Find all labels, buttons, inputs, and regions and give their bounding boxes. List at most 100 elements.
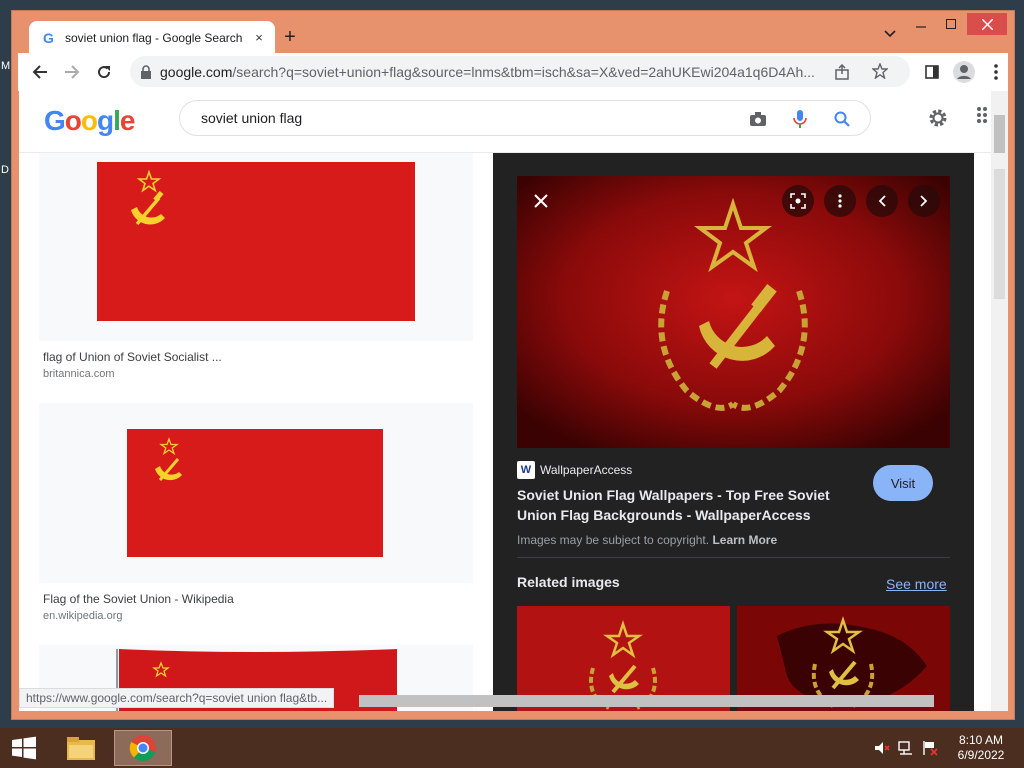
google-header: Google xyxy=(19,91,1008,153)
reload-icon xyxy=(98,66,111,79)
camera-icon[interactable] xyxy=(748,109,768,129)
back-button[interactable] xyxy=(24,56,56,88)
see-more-link[interactable]: See more xyxy=(886,576,947,592)
profile-button[interactable] xyxy=(948,56,980,88)
bookmark-star-icon[interactable] xyxy=(872,63,888,79)
site-name[interactable]: WallpaperAccess xyxy=(540,463,632,477)
clock-time: 8:10 AM xyxy=(958,733,1004,747)
browser-tab[interactable]: G soviet union flag - Google Search × xyxy=(29,21,275,54)
preview-title[interactable]: Soviet Union Flag Wallpapers - Top Free … xyxy=(517,485,847,525)
system-clock[interactable]: 8:10 AM 6/9/2022 xyxy=(952,733,1010,763)
result-source: britannica.com xyxy=(43,368,115,380)
chevron-left-icon xyxy=(878,195,886,207)
copyright-text: Images may be subject to copyright. xyxy=(517,533,710,547)
microphone-icon[interactable] xyxy=(790,109,810,129)
tab-title: soviet union flag - Google Search xyxy=(65,30,243,45)
close-icon xyxy=(981,18,993,30)
start-button[interactable] xyxy=(6,730,42,766)
more-options-button[interactable] xyxy=(824,185,856,217)
reload-button[interactable] xyxy=(88,56,120,88)
copyright-notice: Images may be subject to copyright. Lear… xyxy=(517,533,777,547)
menu-button[interactable] xyxy=(980,56,1012,88)
lens-search-button[interactable] xyxy=(782,185,814,217)
related-images-heading: Related images xyxy=(517,574,620,590)
more-vertical-icon xyxy=(838,194,842,208)
action-center-flag-icon[interactable] xyxy=(922,740,938,756)
image-results: flag of Union of Soviet Socialist ... br… xyxy=(19,153,493,711)
svg-text:G: G xyxy=(43,30,54,46)
share-icon[interactable] xyxy=(834,64,850,80)
volume-muted-icon[interactable] xyxy=(874,740,890,756)
taskbar: 8:10 AM 6/9/2022 xyxy=(0,728,1024,768)
site-logo: W xyxy=(517,461,535,479)
tab-close-icon[interactable]: × xyxy=(251,30,267,45)
chrome-icon xyxy=(129,735,156,762)
arrow-left-icon xyxy=(32,65,47,79)
result-caption[interactable]: Flag of the Soviet Union - Wikipedia xyxy=(43,592,234,606)
search-box xyxy=(179,100,871,136)
side-panel-icon xyxy=(925,65,939,79)
close-window-button[interactable] xyxy=(967,13,1007,35)
network-icon[interactable] xyxy=(898,740,914,756)
avatar-icon xyxy=(953,61,975,83)
search-icon[interactable] xyxy=(832,109,852,129)
learn-more-link[interactable]: Learn More xyxy=(712,533,777,547)
scrollbar-track-segment xyxy=(994,169,1005,299)
google-apps-button[interactable] xyxy=(977,107,991,130)
apps-grid-icon xyxy=(977,107,987,123)
next-image-button[interactable] xyxy=(908,185,940,217)
close-preview-button[interactable] xyxy=(525,185,557,217)
minimize-button[interactable] xyxy=(905,13,937,35)
lens-icon xyxy=(790,193,806,209)
file-explorer-button[interactable] xyxy=(62,730,100,766)
browser-window: G soviet union flag - Google Search × + … xyxy=(11,10,1015,720)
forward-button[interactable] xyxy=(56,56,88,88)
divider xyxy=(517,557,950,558)
status-bar-url: https://www.google.com/search?q=soviet u… xyxy=(19,688,335,708)
result-card[interactable] xyxy=(39,153,473,341)
windows-logo-icon xyxy=(12,736,36,760)
results-scrollbar[interactable] xyxy=(974,153,991,711)
desktop-icon-label: D xyxy=(1,164,9,176)
maximize-icon xyxy=(946,19,956,29)
soviet-flag-wallpaper-image xyxy=(517,176,950,448)
preview-image[interactable] xyxy=(517,176,950,448)
tab-search-button[interactable] xyxy=(884,27,896,41)
url-path: /search?q=soviet+union+flag&source=lnms&… xyxy=(232,63,815,80)
lock-icon xyxy=(141,64,151,79)
address-bar[interactable]: google.com/search?q=soviet+union+flag&so… xyxy=(130,56,910,87)
new-tab-button[interactable]: + xyxy=(278,25,302,49)
side-panel-button[interactable] xyxy=(916,56,948,88)
clock-date: 6/9/2022 xyxy=(957,748,1005,762)
visit-button[interactable]: Visit xyxy=(873,465,933,501)
horizontal-scrollbar-thumb[interactable] xyxy=(359,695,934,707)
browser-toolbar: google.com/search?q=soviet+union+flag&so… xyxy=(18,53,1008,91)
result-source: en.wikipedia.org xyxy=(43,610,123,622)
folder-icon xyxy=(67,737,95,760)
gear-icon xyxy=(929,109,947,127)
chrome-taskbar-button[interactable] xyxy=(114,730,172,766)
maximize-button[interactable] xyxy=(935,13,967,35)
result-caption[interactable]: flag of Union of Soviet Socialist ... xyxy=(43,350,222,364)
url-text: google.com/search?q=soviet+union+flag&so… xyxy=(160,64,850,80)
page-scrollbar[interactable] xyxy=(991,91,1008,711)
google-logo[interactable]: Google xyxy=(44,105,135,137)
chevron-right-icon xyxy=(920,195,928,207)
page-content: Google soviet union flag flag of Union o… xyxy=(19,91,1008,711)
result-card[interactable] xyxy=(39,403,473,583)
more-vertical-icon xyxy=(994,64,998,80)
scrollbar-thumb[interactable] xyxy=(994,115,1005,153)
arrow-right-icon xyxy=(65,65,80,79)
close-icon xyxy=(534,194,548,208)
soviet-flag-image xyxy=(97,162,415,321)
settings-button[interactable] xyxy=(927,107,949,134)
previous-image-button[interactable] xyxy=(866,185,898,217)
search-input[interactable] xyxy=(201,110,721,126)
url-host: google.com xyxy=(160,63,233,80)
soviet-flag-image xyxy=(127,429,383,557)
minimize-icon xyxy=(916,26,926,28)
chevron-down-icon xyxy=(884,30,896,38)
preview-panel: W WallpaperAccess Soviet Union Flag Wall… xyxy=(493,153,974,711)
desktop-icon-label: M xyxy=(1,60,11,72)
google-favicon-icon: G xyxy=(43,30,54,46)
